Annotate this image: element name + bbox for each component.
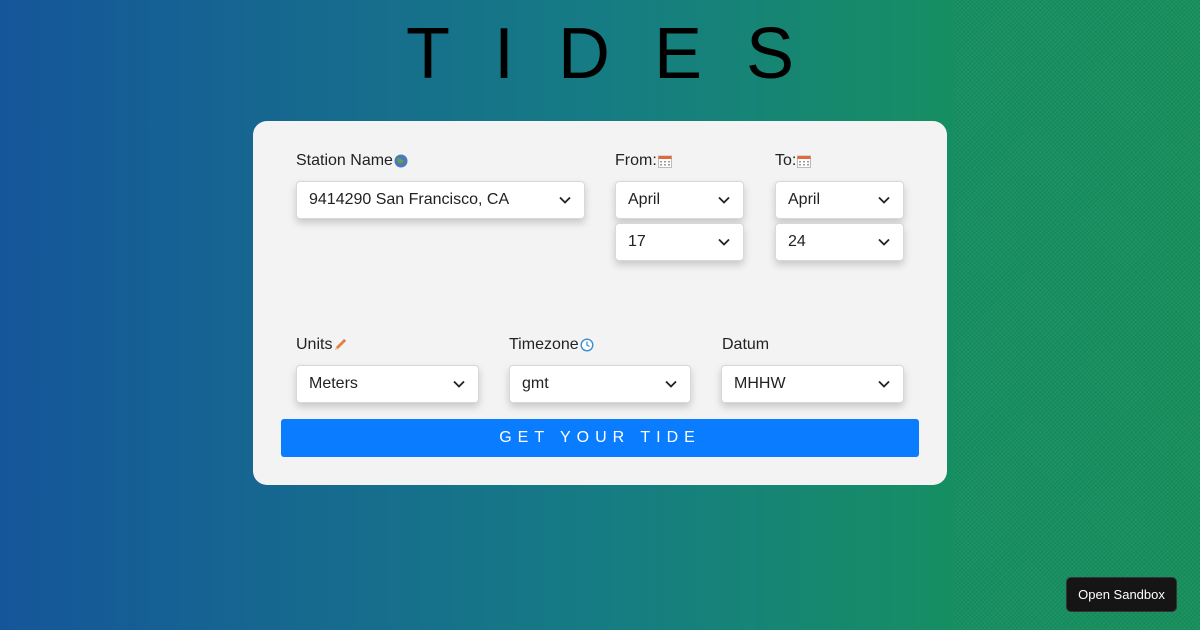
- open-sandbox-button[interactable]: Open Sandbox: [1066, 577, 1177, 612]
- units-select-value: Meters: [309, 375, 358, 392]
- chevron-down-icon: [877, 193, 891, 207]
- from-month-select[interactable]: April: [615, 181, 744, 219]
- timezone-select[interactable]: gmt: [509, 365, 691, 403]
- chevron-down-icon: [717, 235, 731, 249]
- station-select-value: 9414290 San Francisco, CA: [309, 191, 510, 208]
- timezone-label: Timezone: [509, 335, 594, 355]
- chevron-down-icon: [452, 377, 466, 391]
- from-label: From:: [615, 151, 672, 171]
- chevron-down-icon: [877, 377, 891, 391]
- to-month-select[interactable]: April: [775, 181, 904, 219]
- timezone-select-value: gmt: [522, 375, 549, 392]
- calendar-icon: [797, 155, 812, 168]
- from-day-select[interactable]: 17: [615, 223, 744, 261]
- to-label-text: To:: [775, 152, 797, 169]
- from-label-text: From:: [615, 152, 657, 169]
- chevron-down-icon: [877, 235, 891, 249]
- to-label: To:: [775, 151, 812, 171]
- calendar-icon: [657, 155, 672, 168]
- units-label: Units: [296, 335, 347, 355]
- tide-form-card: Station Name 9414290 San Francisco, CA F…: [253, 121, 947, 485]
- to-day-value: 24: [788, 233, 806, 250]
- background-texture: [955, 0, 1200, 630]
- clock-icon: [580, 338, 594, 352]
- page-title: TIDES: [405, 14, 839, 94]
- pencil-icon: [333, 338, 347, 352]
- units-label-text: Units: [296, 336, 333, 353]
- datum-select[interactable]: MHHW: [721, 365, 904, 403]
- from-day-value: 17: [628, 233, 646, 250]
- station-label: Station Name: [296, 151, 408, 171]
- units-select[interactable]: Meters: [296, 365, 479, 403]
- get-tide-button[interactable]: GET YOUR TIDE: [281, 419, 919, 457]
- datum-label: Datum: [722, 335, 769, 355]
- station-label-text: Station Name: [296, 152, 393, 169]
- to-month-value: April: [788, 191, 821, 208]
- datum-label-text: Datum: [722, 336, 770, 353]
- globe-icon: [394, 154, 408, 168]
- datum-select-value: MHHW: [734, 375, 786, 392]
- to-day-select[interactable]: 24: [775, 223, 904, 261]
- station-select[interactable]: 9414290 San Francisco, CA: [296, 181, 585, 219]
- timezone-label-text: Timezone: [509, 336, 579, 353]
- from-month-value: April: [628, 191, 661, 208]
- chevron-down-icon: [558, 193, 572, 207]
- chevron-down-icon: [664, 377, 678, 391]
- chevron-down-icon: [717, 193, 731, 207]
